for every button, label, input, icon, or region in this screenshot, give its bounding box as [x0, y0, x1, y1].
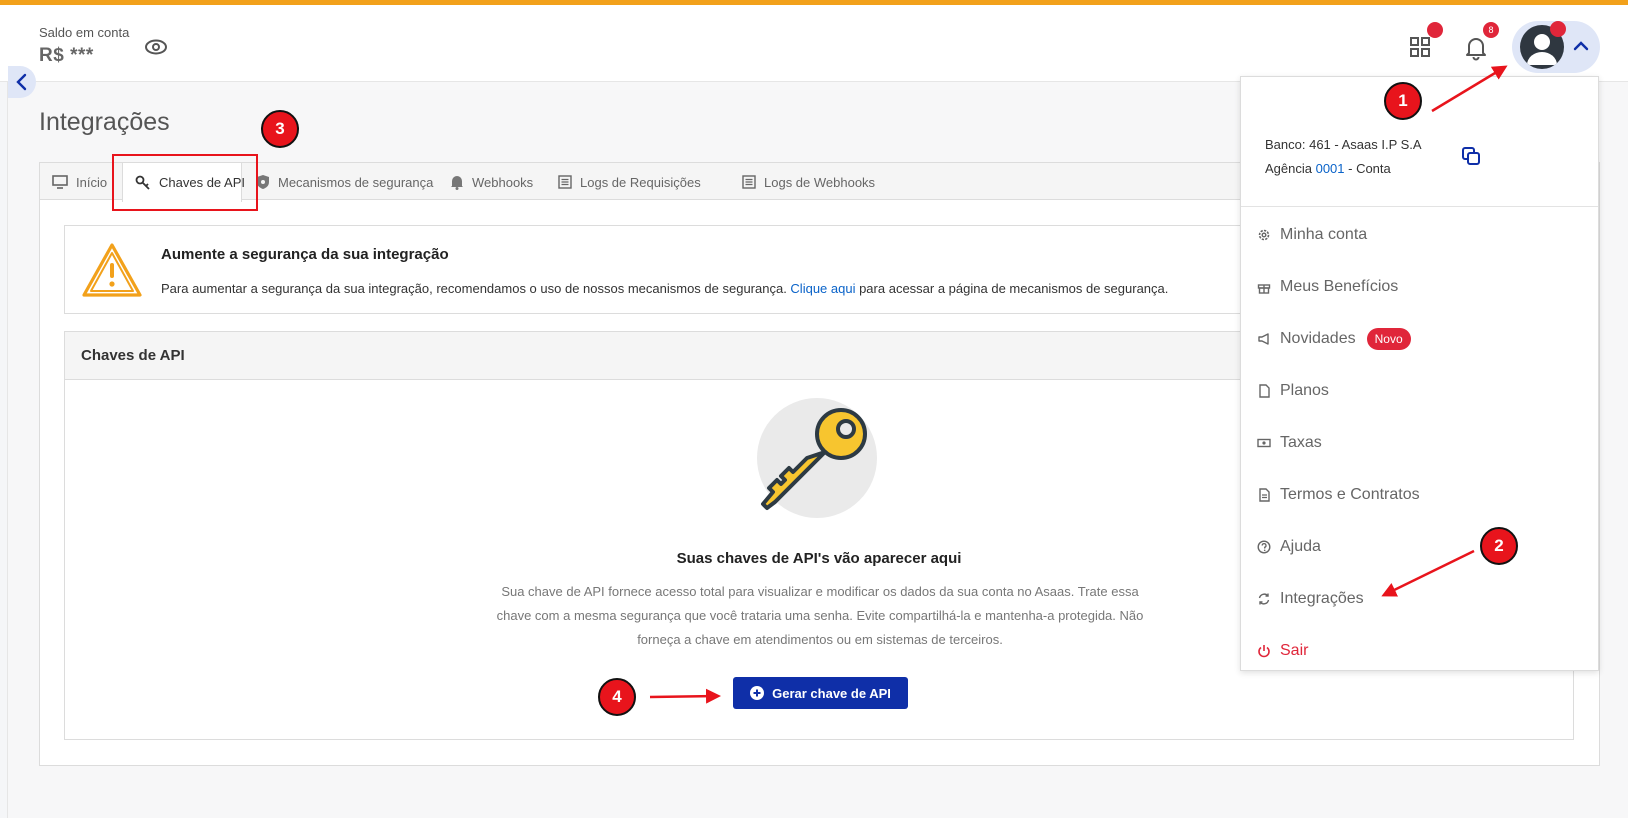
apps-notification-dot — [1427, 22, 1443, 38]
menu-item-label: Novidades — [1280, 330, 1356, 347]
tab-label: Início — [76, 174, 108, 190]
file-icon — [1259, 488, 1270, 502]
agency-number: 0001 — [1315, 161, 1345, 176]
account-menu-toggle[interactable] — [1512, 21, 1600, 73]
tab-mecanismos-seguranca[interactable]: Mecanismos de segurança — [256, 163, 433, 201]
menu-item-taxas[interactable]: Taxas — [1257, 428, 1322, 458]
menu-item-novidades[interactable]: Novidades Novo — [1257, 324, 1411, 354]
tab-label: Mecanismos de segurança — [278, 174, 434, 190]
divider — [1241, 206, 1598, 207]
agency-suffix: - Conta — [1344, 161, 1391, 176]
monitor-icon — [52, 175, 68, 189]
key-illustration-icon — [757, 398, 877, 518]
bank-info: Banco: 461 - Asaas I.P S.A — [1265, 137, 1422, 152]
menu-item-label: Sair — [1280, 642, 1309, 659]
menu-item-label: Taxas — [1280, 434, 1322, 451]
apps-grid-icon[interactable] — [1408, 35, 1432, 59]
new-badge: Novo — [1366, 328, 1411, 350]
bell-icon — [451, 176, 463, 190]
empty-state-text: Sua chave de API fornece acesso total pa… — [496, 584, 1144, 647]
step-marker-3: 3 — [261, 110, 299, 148]
tab-webhooks[interactable]: Webhooks — [450, 163, 533, 201]
gear-icon — [1258, 229, 1270, 241]
document-icon — [1259, 384, 1270, 398]
balance-label: Saldo em conta — [39, 25, 130, 40]
alert-text-after: para acessar a página de mecanismos de s… — [855, 281, 1169, 296]
money-icon — [1257, 438, 1271, 448]
power-icon — [1258, 645, 1270, 658]
alert-title: Aumente a segurança da sua integração — [161, 246, 449, 263]
avatar-status-dot — [1550, 21, 1566, 37]
tab-logs-webhooks[interactable]: Logs de Webhooks — [742, 163, 875, 201]
menu-item-label: Planos — [1280, 382, 1329, 399]
menu-item-minha-conta[interactable]: Minha conta — [1257, 220, 1367, 250]
warning-icon — [82, 243, 142, 297]
highlight-box — [112, 154, 258, 211]
tab-label: Logs de Webhooks — [764, 174, 876, 190]
bell-icon[interactable] — [1464, 35, 1488, 61]
balance-value: R$ *** — [39, 45, 94, 66]
list-icon — [558, 175, 572, 189]
refresh-icon — [1258, 593, 1270, 605]
help-icon — [1257, 540, 1271, 554]
menu-item-label: Ajuda — [1280, 538, 1321, 555]
notification-badge: 8 — [1483, 22, 1499, 38]
menu-item-label: Termos e Contratos — [1280, 486, 1420, 503]
account-dropdown: Banco: 461 - Asaas I.P S.A Agência 0001 … — [1240, 76, 1599, 671]
list-icon — [742, 175, 756, 189]
tab-label: Webhooks — [472, 174, 534, 190]
copy-icon[interactable] — [1460, 145, 1482, 167]
alert-text: Para aumentar a segurança da sua integra… — [161, 281, 1168, 296]
megaphone-icon — [1258, 333, 1269, 345]
sidebar-collapse-button[interactable] — [8, 66, 36, 98]
alert-text-before: Para aumentar a segurança da sua integra… — [161, 281, 791, 296]
page-title: Integrações — [39, 108, 170, 136]
security-link[interactable]: Clique aqui — [790, 281, 855, 296]
agency-info: Agência 0001 - Conta — [1265, 161, 1391, 176]
api-keys-title: Chaves de API — [81, 347, 185, 364]
chevron-left-icon — [16, 73, 27, 91]
plus-circle-icon — [750, 686, 765, 700]
tab-inicio[interactable]: Início — [52, 163, 107, 201]
menu-item-termos-contratos[interactable]: Termos e Contratos — [1257, 480, 1420, 510]
top-header: Saldo em conta R$ *** 8 — [0, 0, 1628, 82]
step-marker-2: 2 — [1480, 527, 1518, 565]
shield-icon — [257, 175, 269, 189]
generate-api-key-button[interactable]: Gerar chave de API — [733, 677, 908, 709]
tab-label: Logs de Requisições — [580, 174, 701, 190]
eye-icon[interactable] — [144, 37, 168, 57]
step-marker-1: 1 — [1384, 82, 1422, 120]
menu-item-label: Meus Benefícios — [1280, 278, 1399, 295]
step-marker-4: 4 — [598, 678, 636, 716]
menu-item-planos[interactable]: Planos — [1257, 376, 1329, 406]
menu-item-integracoes[interactable]: Integrações — [1257, 584, 1364, 614]
sidebar-rail — [0, 82, 8, 818]
chevron-up-icon — [1570, 35, 1592, 57]
agency-prefix: Agência — [1265, 161, 1316, 176]
menu-item-label: Minha conta — [1280, 226, 1368, 243]
generate-api-key-label: Gerar chave de API — [772, 685, 891, 701]
tab-logs-requisicoes[interactable]: Logs de Requisições — [558, 163, 701, 201]
menu-item-ajuda[interactable]: Ajuda — [1257, 532, 1321, 562]
gift-icon — [1257, 284, 1271, 294]
menu-item-meus-beneficios[interactable]: Meus Benefícios — [1257, 272, 1398, 302]
menu-item-label: Integrações — [1280, 590, 1364, 607]
menu-item-sair[interactable]: Sair — [1257, 636, 1308, 666]
